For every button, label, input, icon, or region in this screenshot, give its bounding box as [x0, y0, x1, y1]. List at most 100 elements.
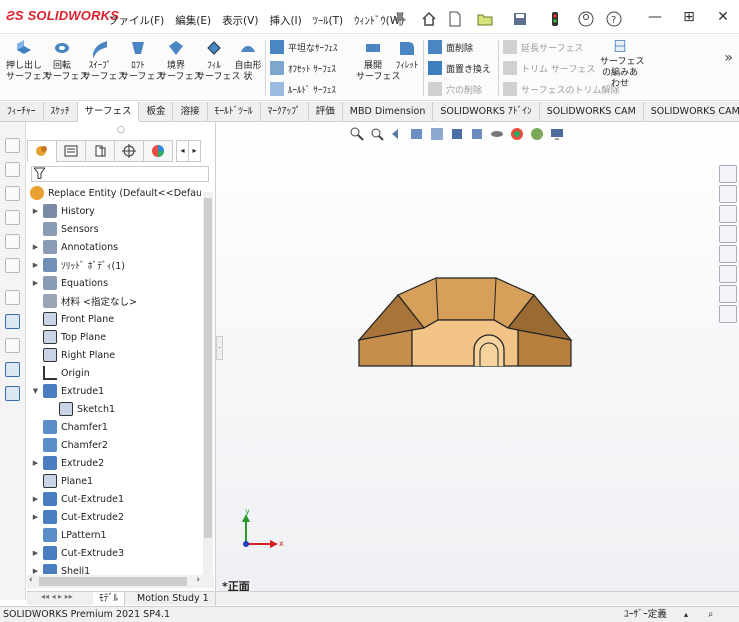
restore-icon[interactable]: ⊞: [679, 9, 699, 25]
collapse-arrow-icon[interactable]: ▼: [31, 387, 40, 395]
filled-surface-button[interactable]: ﾌｨﾙ サーフェス: [196, 38, 240, 83]
apply-scene-icon[interactable]: [529, 126, 545, 142]
tool-icon[interactable]: [5, 290, 20, 305]
offset-surface-button[interactable]: ｵﾌｾｯﾄ ｻｰﾌｪｽ: [270, 61, 336, 75]
help-icon[interactable]: ?: [606, 11, 622, 27]
zoom-to-fit-icon[interactable]: [349, 126, 365, 142]
expand-arrow-icon[interactable]: ▶: [31, 243, 40, 251]
feature-tree-tab[interactable]: [27, 140, 57, 162]
tab-weldments[interactable]: 溶接: [173, 102, 208, 122]
tree-filter[interactable]: [31, 166, 209, 182]
display-manager-tab[interactable]: [143, 140, 173, 162]
replace-face-button[interactable]: 面置き換え: [428, 61, 491, 75]
lofted-surface-button[interactable]: ﾛﾌﾄ サーフェス: [120, 38, 164, 83]
tab-solidworks-addins[interactable]: SOLIDWORKS ｱﾄﾞｲﾝ: [433, 102, 540, 122]
expand-arrow-icon[interactable]: ▶: [31, 567, 40, 574]
tool-icon[interactable]: [5, 338, 20, 353]
tool-icon[interactable]: [5, 314, 20, 329]
view-palette-icon[interactable]: [719, 245, 737, 263]
scroll-thumb[interactable]: [204, 198, 212, 538]
appearances-icon[interactable]: [719, 265, 737, 283]
tab-nav-icon[interactable]: ◂◂ ◂ ▸ ▸▸: [41, 592, 73, 601]
scroll-left-icon[interactable]: ‹: [29, 575, 33, 585]
menu-tools[interactable]: ﾂｰﾙ(T): [313, 13, 343, 28]
tab-features[interactable]: ﾌｨｰﾁｬｰ: [0, 102, 44, 122]
tree-node[interactable]: Plane1: [31, 472, 93, 490]
home-icon[interactable]: [421, 11, 437, 27]
boundary-surface-button[interactable]: 境界 サーフェス: [158, 38, 202, 83]
tab-motion-study[interactable]: Motion Study 1: [131, 592, 216, 606]
knit-surface-button[interactable]: サーフェス の編みあ わせ: [600, 38, 644, 90]
tool-icon[interactable]: [5, 258, 20, 273]
tree-node[interactable]: ▶ Shell1: [31, 562, 90, 574]
tool-icon[interactable]: [5, 362, 20, 377]
tab-model[interactable]: ﾓﾃﾞﾙ: [93, 592, 126, 606]
solidworks-forum-icon[interactable]: [719, 305, 737, 323]
tab-sheet-metal[interactable]: 板金: [139, 102, 174, 122]
tab-evaluate[interactable]: 評価: [309, 102, 343, 122]
delete-face-button[interactable]: 面削除: [428, 40, 473, 54]
tree-node[interactable]: Sketch1: [47, 400, 115, 418]
tree-node[interactable]: ▼ Extrude1: [31, 382, 104, 400]
zoom-to-area-icon[interactable]: [369, 126, 385, 142]
panel-grip-icon[interactable]: ○: [117, 125, 125, 135]
tab-solidworks-cam[interactable]: SOLIDWORKS CAM: [540, 102, 644, 122]
expand-arrow-icon[interactable]: ▶: [31, 261, 40, 269]
tree-node[interactable]: ▶ Equations: [31, 274, 108, 292]
revolved-surface-button[interactable]: 回転 サーフェス: [44, 38, 88, 83]
tree-node[interactable]: ▶ Cut-Extrude2: [31, 508, 124, 526]
user-account-icon[interactable]: [578, 11, 594, 27]
tree-node[interactable]: Chamfer1: [31, 418, 108, 436]
ribbon-overflow-icon[interactable]: »: [724, 50, 733, 66]
save-icon[interactable]: [512, 11, 528, 27]
graphics-area[interactable]: · y x *正面: [215, 122, 739, 591]
tool-icon[interactable]: [5, 186, 20, 201]
resources-icon[interactable]: [719, 185, 737, 203]
dynamic-annotation-icon[interactable]: [429, 126, 445, 142]
expand-arrow-icon[interactable]: ▶: [31, 459, 40, 467]
tree-node[interactable]: ▶ Cut-Extrude3: [31, 544, 124, 562]
display-style-icon[interactable]: [469, 126, 485, 142]
tree-node[interactable]: ▶ ｿﾘｯﾄﾞ ﾎﾞﾃﾞｨ(1): [31, 256, 125, 274]
tree-vertical-scrollbar[interactable]: [203, 192, 213, 575]
ruled-surface-button[interactable]: ﾙｰﾙﾄﾞ ｻｰﾌｪｽ: [270, 82, 336, 96]
hide-show-items-icon[interactable]: [489, 126, 505, 142]
trim-surface-button[interactable]: トリム サーフェス: [503, 61, 595, 75]
tree-node[interactable]: Right Plane: [31, 346, 115, 364]
scroll-thumb[interactable]: [39, 577, 187, 586]
extruded-surface-button[interactable]: 押し出し サーフェス: [6, 38, 50, 83]
extend-surface-button[interactable]: 延長サーフェス: [503, 40, 583, 54]
design-library-icon[interactable]: [719, 205, 737, 223]
tree-node[interactable]: ▶ Cut-Extrude1: [31, 490, 124, 508]
minimize-icon[interactable]: —: [645, 9, 665, 25]
new-document-icon[interactable]: [447, 11, 463, 27]
tree-node[interactable]: ▶ Extrude2: [31, 454, 104, 472]
edit-appearance-icon[interactable]: [509, 126, 525, 142]
tree-node[interactable]: Origin: [31, 364, 90, 382]
tab-surfaces[interactable]: サーフェス: [77, 102, 140, 122]
tab-scroll-right-icon[interactable]: ▸: [188, 140, 201, 162]
open-folder-icon[interactable]: [477, 11, 493, 27]
expand-arrow-icon[interactable]: ▶: [31, 207, 40, 215]
planar-surface-button[interactable]: 平坦なｻｰﾌｪｽ: [270, 40, 338, 54]
tab-mbd-dimension[interactable]: MBD Dimension: [343, 102, 434, 122]
fillet-button[interactable]: ﾌｨﾚｯﾄ: [393, 38, 421, 72]
tool-icon[interactable]: [5, 210, 20, 225]
tab-solidworks-cam-tbm[interactable]: SOLIDWORKS CAM T...: [644, 102, 739, 122]
dimxpert-manager-tab[interactable]: [114, 140, 144, 162]
close-icon[interactable]: ✕: [713, 9, 733, 25]
tree-root[interactable]: Replace Entity (Default<<Default>_D: [27, 184, 201, 202]
previous-view-icon[interactable]: [389, 126, 405, 142]
delete-hole-button[interactable]: 穴の削除: [428, 82, 482, 96]
menu-view[interactable]: 表示(V): [222, 13, 258, 28]
pin-icon[interactable]: [392, 11, 408, 27]
flatten-surface-button[interactable]: 展開 サーフェス: [356, 38, 400, 83]
expand-arrow-icon[interactable]: ▶: [31, 279, 40, 287]
swept-surface-button[interactable]: ｽｲｰﾌﾟ サーフェス: [82, 38, 126, 83]
tree-node[interactable]: LPattern1: [31, 526, 107, 544]
tool-icon[interactable]: [5, 138, 20, 153]
tree-node[interactable]: ▶ History: [31, 202, 95, 220]
tree-node[interactable]: ▶ Annotations: [31, 238, 118, 256]
menu-edit[interactable]: 編集(E): [175, 13, 211, 28]
configuration-manager-tab[interactable]: [85, 140, 115, 162]
